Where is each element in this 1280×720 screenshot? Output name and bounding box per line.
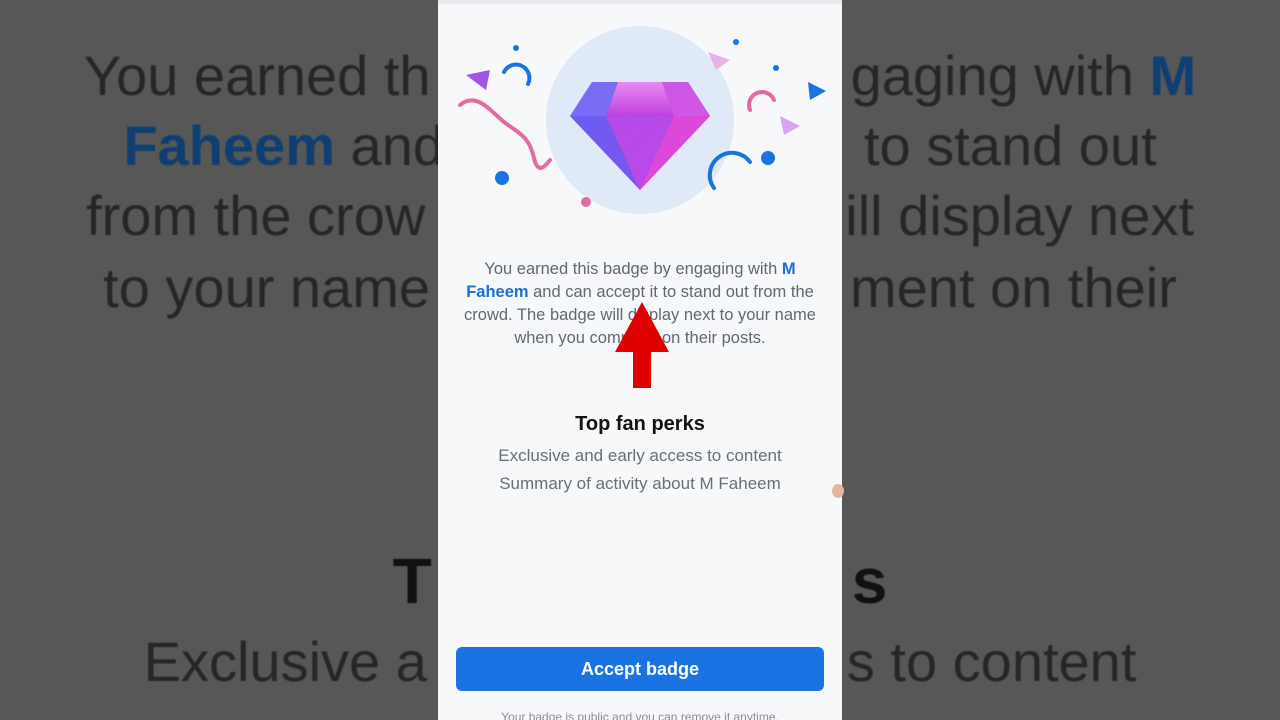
confetti-dot	[581, 197, 591, 207]
footer-note: Your badge is public and you can remove …	[501, 710, 779, 720]
badge-illustration	[458, 26, 826, 214]
confetti-arc	[502, 62, 532, 86]
perk-item: Summary of activity about M Faheem	[499, 474, 781, 493]
confetti-squiggle	[458, 98, 552, 170]
confetti-triangle	[466, 70, 490, 90]
accept-badge-button[interactable]: Accept badge	[456, 647, 824, 691]
edge-indicator	[832, 484, 844, 498]
confetti-dot	[513, 45, 519, 51]
confetti-arc	[747, 90, 776, 112]
perks-title: Top fan perks	[575, 413, 705, 435]
confetti-triangle	[780, 116, 800, 135]
confetti-dot	[495, 171, 509, 185]
red-up-arrow-icon	[615, 302, 669, 388]
confetti-dot	[733, 39, 739, 45]
confetti-triangle	[808, 82, 826, 100]
sheet-handle	[438, 0, 842, 4]
confetti-dot	[761, 151, 775, 165]
perk-item: Exclusive and early access to content	[498, 446, 782, 465]
confetti-dot	[773, 65, 779, 71]
